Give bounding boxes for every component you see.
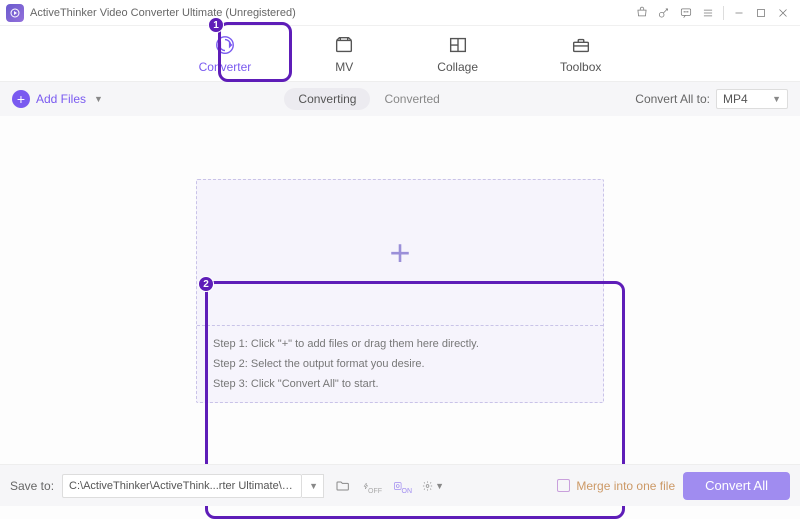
add-files-button[interactable]: + Add Files ▼ — [12, 90, 103, 108]
save-path-field[interactable]: C:\ActiveThinker\ActiveThink...rter Ulti… — [62, 474, 302, 498]
collage-icon — [447, 34, 469, 56]
menu-icon[interactable] — [697, 2, 719, 24]
tab-converter-label: Converter — [199, 60, 252, 74]
plus-icon: + — [12, 90, 30, 108]
badge-2: 2 — [198, 276, 214, 292]
titlebar: ActiveThinker Video Converter Ultimate (… — [0, 0, 800, 26]
add-files-label: Add Files — [36, 92, 86, 106]
format-select[interactable]: MP4 ▼ — [716, 89, 788, 109]
caret-down-icon: ▼ — [772, 94, 781, 104]
step-1: Step 1: Click "+" to add files or drag t… — [213, 338, 587, 350]
status-segment: Converting Converted — [284, 88, 453, 110]
window-title: ActiveThinker Video Converter Ultimate (… — [30, 7, 296, 19]
convert-all-to-label: Convert All to: — [635, 92, 710, 106]
maximize-button[interactable] — [750, 2, 772, 24]
gpu-accel-button[interactable]: OFF — [362, 475, 384, 497]
bottombar: Save to: C:\ActiveThinker\ActiveThink...… — [0, 464, 800, 506]
toolbar: + Add Files ▼ Converting Converted Conve… — [0, 82, 800, 116]
toolbox-icon — [570, 34, 592, 56]
caret-down-icon: ▼ — [94, 94, 103, 104]
tab-mv[interactable]: MV — [327, 30, 361, 78]
converter-icon — [214, 34, 236, 56]
merge-label: Merge into one file — [576, 479, 675, 493]
merge-checkbox[interactable]: Merge into one file — [557, 479, 675, 493]
tab-collage[interactable]: Collage — [431, 30, 484, 78]
checkbox-icon — [557, 479, 570, 492]
dropzone[interactable]: + Step 1: Click "+" to add files or drag… — [196, 179, 604, 403]
open-folder-button[interactable] — [332, 475, 354, 497]
step-3: Step 3: Click "Convert All" to start. — [213, 378, 587, 390]
main-nav: Converter MV Collage Toolbox — [0, 26, 800, 82]
step-2: Step 2: Select the output format you des… — [213, 358, 587, 370]
badge-1: 1 — [208, 17, 224, 33]
settings-button[interactable]: ▼ — [422, 475, 444, 497]
tab-mv-label: MV — [335, 60, 353, 74]
save-path-value: C:\ActiveThinker\ActiveThink...rter Ulti… — [69, 480, 295, 492]
seg-converted[interactable]: Converted — [370, 88, 453, 110]
save-path-dropdown[interactable]: ▼ — [302, 474, 324, 498]
tab-toolbox[interactable]: Toolbox — [554, 30, 607, 78]
tab-toolbox-label: Toolbox — [560, 60, 601, 74]
key-icon[interactable] — [653, 2, 675, 24]
dropzone-steps: Step 1: Click "+" to add files or drag t… — [197, 326, 603, 402]
close-button[interactable] — [772, 2, 794, 24]
convert-all-button[interactable]: Convert All — [683, 472, 790, 500]
feedback-icon[interactable] — [675, 2, 697, 24]
convert-all-to: Convert All to: MP4 ▼ — [635, 89, 788, 109]
save-to-label: Save to: — [10, 479, 54, 493]
app-logo-icon — [6, 4, 24, 22]
minimize-button[interactable] — [728, 2, 750, 24]
shop-icon[interactable] — [631, 2, 653, 24]
tab-converter[interactable]: Converter — [193, 30, 258, 78]
high-speed-button[interactable]: ON — [392, 475, 414, 497]
format-value: MP4 — [723, 92, 748, 106]
dropzone-plus-icon[interactable]: + — [389, 232, 410, 274]
dropzone-top[interactable]: + — [197, 180, 603, 326]
seg-converting[interactable]: Converting — [284, 88, 370, 110]
main-area: + Step 1: Click "+" to add files or drag… — [0, 116, 800, 466]
tab-collage-label: Collage — [437, 60, 478, 74]
mv-icon — [333, 34, 355, 56]
